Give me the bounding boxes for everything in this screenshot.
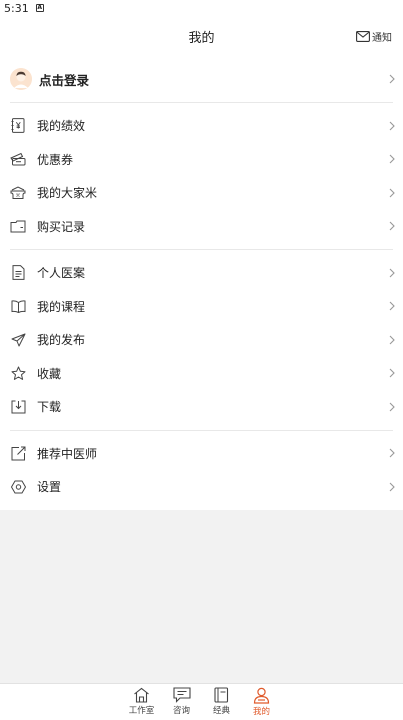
menu-item-label: 推荐中医师: [37, 446, 98, 461]
avatar-person-icon: [10, 68, 32, 90]
menu-item-label: 我的发布: [37, 333, 86, 348]
tab-studio[interactable]: 工作室: [122, 684, 162, 720]
download-icon: [11, 400, 25, 414]
notification-status-icon: A: [35, 4, 44, 12]
menu-item-purchase[interactable]: 购买记录: [0, 210, 403, 244]
coupon-icon: [10, 153, 26, 166]
menu-item-coupons[interactable]: 优惠券: [0, 143, 403, 177]
tab-classics[interactable]: 经典: [202, 684, 242, 720]
menu-content: 点击登录 我的绩效 优惠券 米 我的大家米 购买记录 个人医案 我的课程 我的发…: [0, 56, 403, 510]
bottom-tab-bar: 工作室 咨询 经典 我的: [0, 683, 403, 720]
chevron-right-icon: [389, 335, 395, 345]
menu-item-label: 优惠券: [37, 152, 74, 167]
menu-item-posts[interactable]: 我的发布: [0, 323, 403, 357]
book-icon: [214, 687, 229, 703]
menu-item-downloads[interactable]: 下载: [0, 390, 403, 424]
menu-item-label: 我的绩效: [37, 119, 86, 134]
paper-plane-icon: [11, 333, 25, 347]
wallet-icon: [10, 220, 26, 233]
menu-item-medical-cases[interactable]: 个人医案: [0, 256, 403, 290]
chevron-right-icon: [389, 482, 395, 492]
tab-label: 我的: [252, 707, 270, 717]
chevron-right-icon: [389, 121, 395, 131]
status-time: 5:31: [4, 1, 29, 15]
page-title: 我的: [188, 30, 215, 46]
login-row[interactable]: 点击登录: [0, 56, 403, 102]
star-icon: [11, 366, 25, 380]
menu-item-label: 购买记录: [37, 219, 86, 234]
document-icon: [12, 265, 24, 281]
chevron-right-icon: [389, 368, 395, 378]
chevron-right-icon: [389, 221, 395, 231]
tab-label: 工作室: [128, 706, 155, 716]
mail-icon: [356, 31, 370, 42]
notify-button[interactable]: 通知: [356, 29, 392, 44]
chevron-right-icon: [389, 154, 395, 164]
tab-consult[interactable]: 咨询: [162, 684, 202, 720]
tab-label: 经典: [212, 706, 230, 716]
chevron-right-icon: [389, 402, 395, 412]
menu-item-label: 下载: [37, 400, 62, 415]
person-icon: [253, 687, 270, 704]
menu-item-favorites[interactable]: 收藏: [0, 357, 403, 391]
empty-area: [0, 509, 403, 699]
menu-item-label: 我的大家米: [37, 186, 98, 201]
page-header: 我的 通知: [0, 16, 403, 56]
menu-item-label: 收藏: [37, 366, 62, 381]
menu-item-settings[interactable]: 设置: [0, 470, 403, 504]
rice-icon: 米: [10, 186, 26, 199]
tab-mine[interactable]: 我的: [242, 684, 282, 720]
menu-item-label: 设置: [37, 480, 62, 495]
share-icon: [11, 446, 25, 461]
menu-item-performance[interactable]: 我的绩效: [0, 109, 403, 143]
menu-item-recommend-doctor[interactable]: 推荐中医师: [0, 437, 403, 471]
home-icon: [134, 687, 149, 703]
chat-icon: [172, 687, 191, 703]
menu-item-rice[interactable]: 米 我的大家米: [0, 176, 403, 210]
ledger-yen-icon: [11, 118, 25, 134]
book-icon: [11, 300, 25, 313]
gear-icon: [10, 480, 26, 494]
menu-item-courses[interactable]: 我的课程: [0, 290, 403, 324]
chevron-right-icon: [389, 74, 395, 84]
svg-text:米: 米: [16, 191, 21, 198]
tab-label: 咨询: [172, 706, 190, 716]
notify-label: 通知: [372, 33, 392, 44]
chevron-right-icon: [389, 188, 395, 198]
status-bar: 5:31 A: [0, 0, 403, 16]
menu-item-label: 我的课程: [37, 299, 86, 314]
chevron-right-icon: [389, 448, 395, 458]
avatar: [10, 68, 32, 90]
menu-item-label: 个人医案: [37, 266, 86, 281]
chevron-right-icon: [389, 268, 395, 278]
chevron-right-icon: [389, 301, 395, 311]
login-label: 点击登录: [39, 72, 90, 88]
